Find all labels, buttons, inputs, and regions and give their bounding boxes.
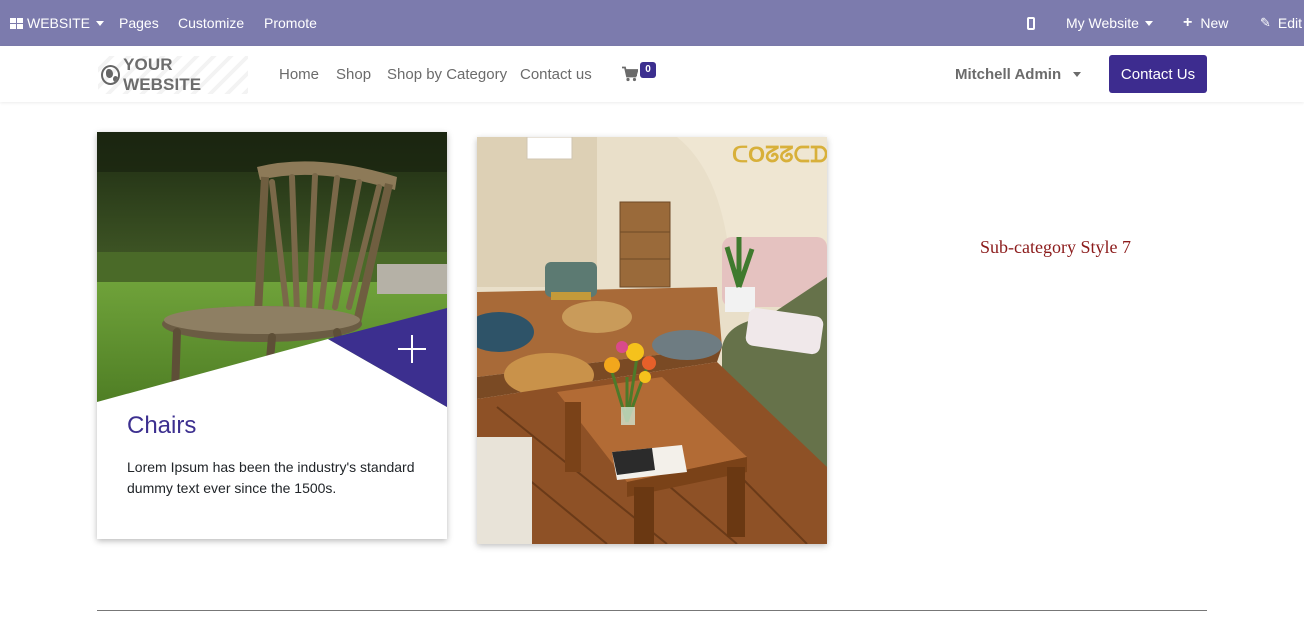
my-website-label: My Website — [1066, 15, 1139, 31]
site-logo[interactable]: YOUR WEBSITE — [98, 55, 248, 94]
globe-icon — [101, 65, 121, 85]
logo-text: YOUR WEBSITE — [123, 55, 202, 94]
card-description: Lorem Ipsum has been the industry's stan… — [127, 459, 415, 496]
user-menu[interactable]: Mitchell Admin — [955, 46, 1082, 102]
nav-shop-by-category[interactable]: Shop by Category — [387, 46, 507, 102]
category-card-chairs[interactable]: Chairs Lorem Ipsum has been the industry… — [97, 132, 447, 539]
nav-contact-us[interactable]: Contact us — [520, 46, 592, 102]
plus-icon: + — [1183, 14, 1193, 31]
customize-menu[interactable]: Customize — [178, 0, 244, 46]
edit-label: Edit — [1277, 15, 1303, 31]
card-title[interactable]: Chairs — [127, 412, 196, 440]
contact-us-button[interactable]: Contact Us — [1109, 55, 1207, 93]
pages-menu[interactable]: Pages — [119, 0, 159, 46]
chevron-down-icon — [1073, 71, 1082, 77]
chevron-down-icon — [96, 20, 105, 26]
nav-home[interactable]: Home — [279, 46, 319, 102]
my-website-dropdown[interactable]: My Website — [1066, 0, 1153, 46]
section-heading: Sub-category Style 7 — [980, 237, 1131, 257]
website-menu-button[interactable]: WEBSITE — [10, 0, 105, 46]
living-room-image: ᑕOᘔᘔᑕᗪ — [477, 137, 827, 544]
site-navbar: YOUR WEBSITE Home Shop Shop by Category … — [0, 46, 1304, 102]
website-menu-label: WEBSITE — [27, 15, 91, 31]
mobile-preview-button[interactable] — [1027, 0, 1035, 46]
nav-shop[interactable]: Shop — [336, 46, 371, 102]
shopping-cart-icon[interactable] — [622, 66, 638, 82]
living-room-photo[interactable]: ᑕOᘔᘔᑕᗪ — [477, 137, 827, 544]
promote-menu[interactable]: Promote — [264, 0, 317, 46]
admin-bar: WEBSITE Pages Customize Promote My Websi… — [0, 0, 1304, 46]
apps-grid-icon — [10, 17, 23, 29]
pencil-icon: ✎ — [1260, 15, 1271, 30]
balloon-letters: ᑕOᘔᘔᑕᗪ — [732, 142, 827, 167]
new-label: New — [1200, 15, 1229, 31]
new-button[interactable]: + New — [1183, 0, 1228, 46]
edit-button[interactable]: ✎ Edit — [1260, 0, 1302, 46]
mobile-icon — [1027, 16, 1035, 30]
section-divider — [97, 610, 1207, 611]
chevron-down-icon — [1144, 20, 1153, 26]
user-name: Mitchell Admin — [955, 65, 1062, 83]
cart-count-badge: 0 — [640, 62, 656, 78]
